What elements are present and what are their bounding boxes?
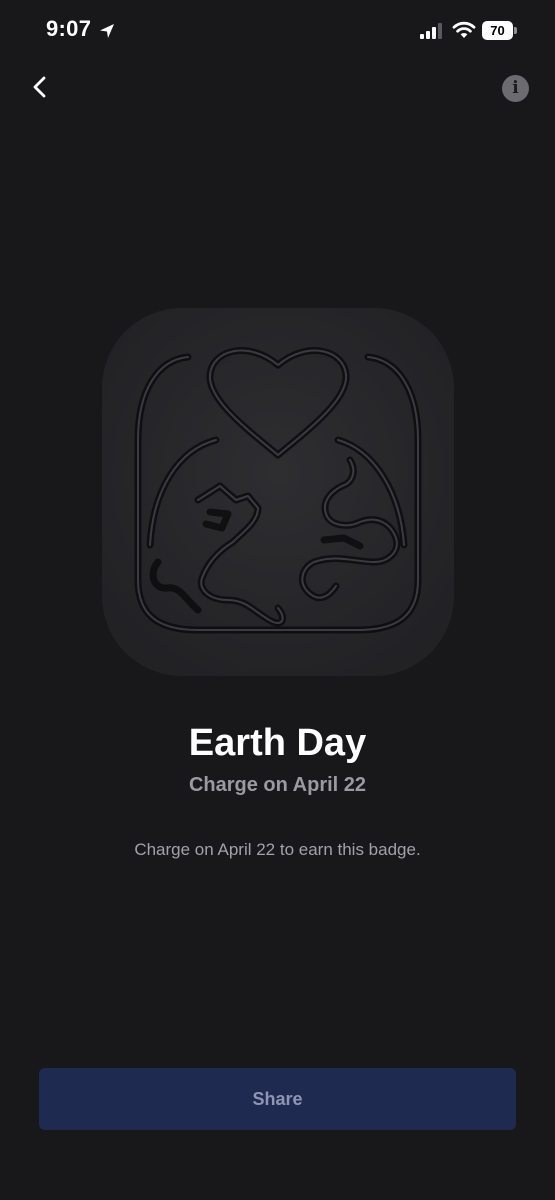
share-button[interactable]: Share xyxy=(39,1068,516,1130)
badge-description: Charge on April 22 to earn this badge. xyxy=(134,840,421,859)
badge-title: Earth Day xyxy=(188,722,367,764)
status-time: 9:07 xyxy=(46,16,92,41)
info-icon: i xyxy=(512,78,519,98)
battery-level: 70 xyxy=(482,21,513,40)
battery-cap xyxy=(514,27,517,34)
back-button[interactable] xyxy=(24,70,58,104)
earth-day-badge-icon xyxy=(102,308,454,676)
chevron-left-icon xyxy=(33,76,46,98)
info-button[interactable]: i xyxy=(502,75,529,102)
battery-icon: 70 xyxy=(482,21,518,40)
location-arrow-icon xyxy=(100,24,114,38)
status-bar: 9:07 70 xyxy=(0,0,555,62)
wifi-icon xyxy=(452,21,476,38)
cellular-signal-icon xyxy=(420,23,442,39)
badge-subtitle: Charge on April 22 xyxy=(188,774,367,796)
